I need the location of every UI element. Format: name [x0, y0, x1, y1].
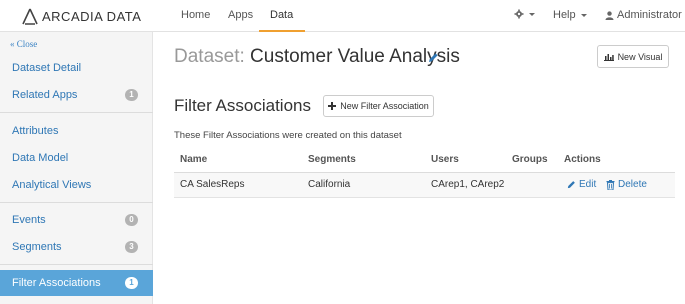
- cell-name: CA SalesReps: [180, 179, 245, 190]
- new-filter-association-button[interactable]: New Filter Association: [323, 95, 434, 117]
- sidebar-divider: [0, 202, 153, 203]
- section-description: These Filter Associations were created o…: [174, 130, 402, 141]
- sidebar-item-label: Analytical Views: [12, 179, 92, 191]
- sidebar-item-dataset-detail[interactable]: Dataset Detail: [0, 55, 153, 81]
- sidebar-item-label: Attributes: [12, 125, 59, 137]
- sidebar-divider: [0, 112, 153, 113]
- brand-logo[interactable]: ARCADIA DATA: [22, 7, 141, 25]
- pencil-icon: [567, 181, 575, 189]
- nav-home[interactable]: Home: [181, 9, 210, 21]
- nav-active-indicator: [259, 30, 305, 32]
- dataset-prefix: Dataset:: [174, 46, 245, 67]
- column-header-name: Name: [180, 154, 208, 165]
- new-visual-label: New Visual: [617, 51, 663, 62]
- edit-link[interactable]: Edit: [567, 179, 596, 190]
- count-badge: 3: [125, 241, 138, 253]
- sidebar-item-label: Segments: [12, 241, 62, 253]
- table-row: CA SalesReps California CArep1, CArep2 E…: [174, 173, 675, 198]
- plus-icon: [328, 102, 337, 110]
- column-header-actions: Actions: [564, 154, 601, 165]
- sidebar-item-label: Filter Associations: [12, 277, 101, 289]
- gear-icon: [514, 9, 524, 19]
- chevron-down-icon: [529, 12, 535, 16]
- nav-data[interactable]: Data: [270, 9, 293, 21]
- column-header-groups: Groups: [512, 154, 548, 165]
- sidebar-item-analytical-views[interactable]: Analytical Views: [0, 172, 153, 198]
- sidebar-item-segments[interactable]: Segments 3: [0, 234, 153, 260]
- column-header-users: Users: [431, 154, 459, 165]
- count-badge: 1: [125, 89, 138, 101]
- filter-associations-table: Name Segments Users Groups Actions CA Sa…: [174, 148, 675, 198]
- help-menu[interactable]: Help: [553, 9, 587, 21]
- brand-name: ARCADIA DATA: [42, 8, 142, 24]
- sidebar-item-label: Dataset Detail: [12, 62, 82, 74]
- delete-label: Delete: [618, 179, 647, 190]
- sidebar-item-label: Related Apps: [12, 89, 78, 101]
- bar-chart-icon: [603, 53, 614, 61]
- sidebar-item-label: Data Model: [12, 152, 69, 164]
- settings-menu[interactable]: [514, 9, 535, 19]
- sidebar-item-data-model[interactable]: Data Model: [0, 145, 153, 171]
- new-filter-association-label: New Filter Association: [340, 101, 429, 111]
- sidebar: « Close Dataset Detail Related Apps 1 At…: [0, 32, 153, 304]
- column-header-segments: Segments: [308, 154, 356, 165]
- user-icon: [605, 10, 614, 20]
- pencil-icon[interactable]: [428, 52, 439, 63]
- edit-label: Edit: [579, 179, 597, 190]
- nav-apps[interactable]: Apps: [228, 9, 253, 21]
- page-title: Dataset: Customer Value Analysis: [174, 46, 460, 68]
- top-navbar: ARCADIA DATA Home Apps Data Help Adminis…: [0, 0, 685, 32]
- cell-segments: California: [308, 179, 351, 190]
- arcadia-logo-icon: [22, 8, 38, 25]
- section-title: Filter Associations: [174, 96, 311, 115]
- new-visual-button[interactable]: New Visual: [597, 45, 669, 68]
- sidebar-divider: [0, 264, 153, 265]
- delete-link[interactable]: Delete: [606, 179, 647, 190]
- cell-users: CArep1, CArep2: [431, 179, 505, 190]
- count-badge: 1: [125, 277, 138, 289]
- sidebar-item-attributes[interactable]: Attributes: [0, 118, 153, 144]
- help-label: Help: [553, 9, 576, 21]
- chevron-down-icon: [580, 13, 587, 17]
- count-badge: 0: [125, 214, 138, 226]
- trash-icon: [606, 179, 615, 190]
- table-header-row: Name Segments Users Groups Actions: [174, 148, 675, 173]
- user-label: Administrator: [617, 9, 682, 21]
- close-sidebar-link[interactable]: « Close: [10, 39, 37, 49]
- sidebar-item-filter-associations[interactable]: Filter Associations 1: [0, 270, 153, 296]
- user-menu[interactable]: Administrator: [605, 9, 685, 21]
- sidebar-item-label: Events: [12, 214, 46, 226]
- sidebar-item-events[interactable]: Events 0: [0, 207, 153, 233]
- sidebar-item-related-apps[interactable]: Related Apps 1: [0, 82, 153, 108]
